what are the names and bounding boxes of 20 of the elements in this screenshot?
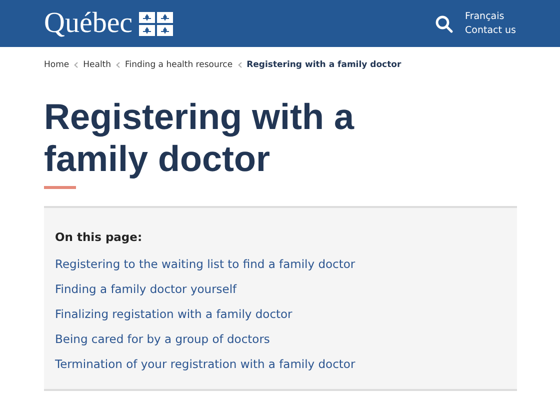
chevron-icon <box>238 62 242 68</box>
toc-link[interactable]: Being cared for by a group of doctors <box>55 332 506 346</box>
toc-heading: On this page: <box>55 230 144 244</box>
toc-link[interactable]: Finding a family doctor yourself <box>55 282 506 296</box>
title-accent <box>44 186 76 189</box>
flag-icon <box>138 12 173 36</box>
search-icon[interactable] <box>435 14 454 32</box>
header-link[interactable]: Contact us <box>465 25 516 36</box>
header-link[interactable]: Français <box>465 11 516 22</box>
toc-link[interactable]: Finalizing registation with a family doctor <box>55 307 506 321</box>
chevron-icon <box>74 62 78 68</box>
toc-link[interactable]: Termination of your registration with a family doctor <box>55 357 506 371</box>
breadcrumb-link[interactable]: Registering with a family doctor <box>246 60 402 70</box>
chevron-icon <box>116 62 120 68</box>
breadcrumb-link[interactable]: Health <box>83 60 112 70</box>
logo-text: Québec <box>44 9 133 38</box>
breadcrumb-link[interactable]: Finding a health resource <box>125 60 233 70</box>
toc-link[interactable]: Registering to the waiting list to find a family doctor <box>55 257 506 271</box>
page-title: Registering with a family doctor <box>44 96 356 180</box>
breadcrumb-link[interactable]: Home <box>44 60 70 70</box>
